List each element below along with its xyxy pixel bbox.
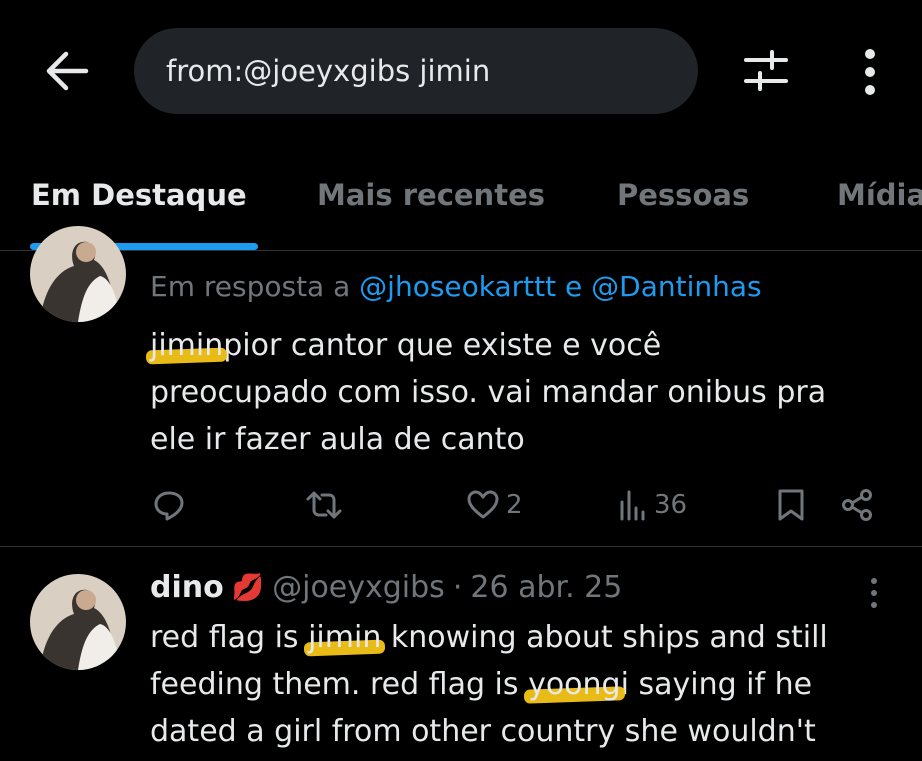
tweet-line: preocupado com isso. vai mandar onibus p…	[150, 375, 827, 410]
like-count: 2	[506, 490, 523, 520]
avatar[interactable]	[30, 574, 126, 670]
avatar-image	[30, 574, 126, 670]
highlighted-term: yoong	[523, 661, 625, 708]
tweet-line-text: pior cantor que existe e você	[223, 328, 662, 363]
reply-mention-jhoseokarttt[interactable]: @jhoseokarttt	[359, 270, 556, 303]
like-button[interactable]: 2	[466, 488, 523, 522]
tweet-line: red flag is jimin knowing about ships an…	[150, 614, 828, 661]
highlighted-term: jimin	[145, 322, 228, 369]
reply-button[interactable]	[152, 488, 186, 522]
search-filters-button[interactable]	[742, 48, 790, 94]
repost-icon	[306, 491, 342, 519]
analytics-icon	[620, 490, 645, 521]
reply-icon	[154, 491, 184, 521]
search-bar[interactable]	[134, 28, 698, 114]
heart-icon	[467, 490, 499, 519]
tweet-line: feeding them. red flag is yoongi saying …	[150, 661, 828, 708]
lips-emoji: 💋	[231, 572, 265, 603]
tab-midia[interactable]: Mídia	[837, 178, 922, 212]
more-options-button[interactable]	[852, 48, 888, 96]
sliders-icon	[744, 50, 788, 91]
separator-dot: ·	[452, 570, 463, 605]
tweet-line: ele ir fazer aula de canto	[150, 422, 525, 457]
tweet-header: dino 💋 @joeyxgibs · 26 abr. 25	[150, 570, 622, 605]
tweet-date[interactable]: 26 abr. 25	[470, 570, 622, 605]
tab-pessoas[interactable]: Pessoas	[617, 178, 749, 212]
views-button[interactable]: 36	[618, 488, 687, 522]
highlighted-term: jimin	[303, 614, 386, 661]
more-vertical-icon	[865, 49, 875, 95]
tab-mais-recentes[interactable]: Mais recentes	[317, 178, 545, 212]
reply-join: e	[565, 270, 583, 303]
tab-em-destaque[interactable]: Em Destaque	[31, 178, 247, 212]
share-button[interactable]	[840, 488, 874, 522]
reply-prefix: Em resposta a	[150, 270, 351, 303]
share-icon	[842, 489, 872, 521]
tweet-divider	[0, 546, 922, 547]
tweet-line: dated a girl from other country she woul…	[150, 714, 816, 749]
bookmark-button[interactable]	[776, 488, 806, 522]
bookmark-icon	[778, 489, 804, 521]
view-count: 36	[654, 490, 688, 520]
tweet-text: jiminpior cantor que existe e você preoc…	[145, 322, 827, 463]
back-button[interactable]	[44, 50, 90, 92]
reply-mention-dantinhas[interactable]: @Dantinhas	[591, 270, 761, 303]
user-handle[interactable]: @joeyxgibs	[272, 570, 445, 605]
repost-button[interactable]	[304, 488, 344, 522]
avatar[interactable]	[30, 226, 126, 322]
tabs-divider	[0, 250, 922, 251]
more-vertical-icon	[871, 578, 877, 608]
arrow-left-icon	[46, 51, 89, 91]
search-input[interactable]	[164, 53, 698, 89]
reply-context: Em resposta a @jhoseokarttt e @Dantinhas	[150, 270, 762, 303]
tweet-line: jiminpior cantor que existe e você	[145, 322, 826, 369]
avatar-image	[30, 226, 126, 322]
display-name[interactable]: dino	[150, 570, 224, 605]
tweet-text: red flag is jimin knowing about ships an…	[150, 614, 828, 755]
tweet-more-button[interactable]	[864, 576, 884, 612]
